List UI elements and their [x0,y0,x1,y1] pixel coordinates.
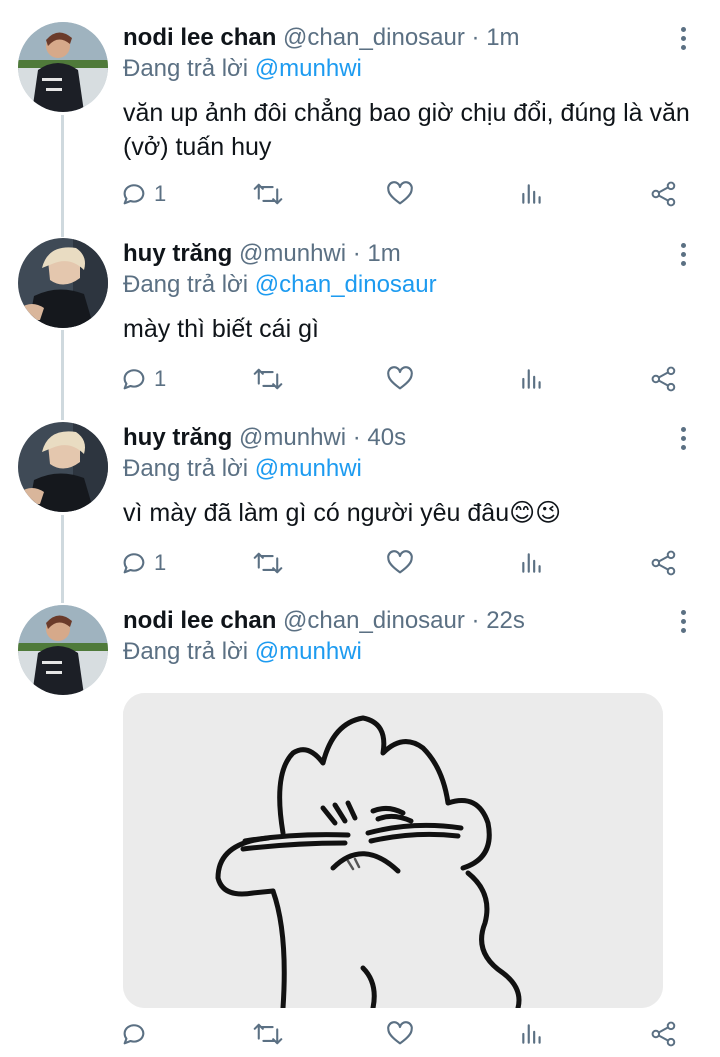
display-name[interactable]: nodi lee chan [123,607,276,634]
reply-button[interactable] [120,1017,154,1051]
handle[interactable]: @chan_dinosaur [283,24,465,51]
analytics-button[interactable] [519,362,545,396]
like-icon [387,1021,413,1045]
replying-to: Đang trả lời @munhwi [123,453,362,485]
reply-prefix: Đang trả lời [123,55,255,82]
display-name[interactable]: huy trăng [123,424,232,451]
reply-prefix: Đang trả lời [123,638,255,665]
more-options-icon[interactable] [671,24,695,54]
action-bar: 1 [120,546,700,580]
mention-link[interactable]: @chan_dinosaur [255,271,437,298]
retweet-icon [253,368,283,390]
replying-to: Đang trả lời @munhwi [123,636,362,668]
reply-icon [123,553,145,574]
timestamp[interactable]: 1m [486,24,519,51]
avatar-nodi[interactable] [18,22,108,112]
reply-count: 1 [154,550,167,575]
grumpy-cartoon-sticker [123,693,663,1008]
like-button[interactable] [386,362,414,396]
retweet-icon [253,552,283,574]
tweet-header: huy trăng @munhwi · 40s [123,422,406,454]
like-icon [387,181,413,205]
reply-icon [123,369,145,390]
reply-count: 1 [154,366,167,391]
reply-button[interactable]: 1 [120,177,166,211]
timestamp[interactable]: 22s [486,607,525,634]
analytics-button[interactable] [519,1017,545,1051]
mention-link[interactable]: @munhwi [255,638,362,665]
tweet-header: nodi lee chan @chan_dinosaur · 22s [123,605,525,637]
more-options-icon[interactable] [671,607,695,637]
like-button[interactable] [386,546,414,580]
avatar-huy[interactable] [18,238,108,328]
timestamp[interactable]: 1m [367,240,400,267]
reply-count: 1 [154,181,167,206]
like-button[interactable] [386,1017,414,1051]
separator: · [346,424,368,451]
action-bar [120,1017,700,1051]
reply-icon [123,184,145,205]
replying-to: Đang trả lời @munhwi [123,53,362,85]
share-icon [651,550,676,576]
analytics-icon [522,184,541,204]
tweet[interactable]: huy trăng @munhwi · 1m Đang trả lời @cha… [0,238,720,408]
tweet-text: văn up ảnh đôi chẳng bao giờ chịu đổi, đ… [123,99,690,161]
tweet[interactable]: nodi lee chan @chan_dinosaur · 22s Đang … [0,605,720,1057]
tweet-text: vì mày đã làm gì có người yêu đâu😊😉 [123,499,562,527]
tweet[interactable]: nodi lee chan @chan_dinosaur · 1m Đang t… [0,22,720,222]
share-icon [651,181,676,207]
more-options-icon[interactable] [671,240,695,270]
share-button[interactable] [650,1017,678,1051]
handle[interactable]: @munhwi [239,424,346,451]
avatar-huy[interactable] [18,422,108,512]
separator: · [464,24,487,51]
analytics-icon [522,1024,541,1044]
tweet-header: huy trăng @munhwi · 1m [123,238,401,270]
reply-button[interactable]: 1 [120,546,166,580]
share-icon [651,1021,676,1047]
action-bar: 1 [120,362,700,396]
tweet-header: nodi lee chan @chan_dinosaur · 1m [123,22,520,54]
retweet-button[interactable] [253,1017,283,1051]
analytics-button[interactable] [519,177,545,211]
avatar-nodi[interactable] [18,605,108,695]
retweet-icon [253,183,283,205]
action-bar: 1 [120,177,700,211]
display-name[interactable]: huy trăng [123,240,232,267]
display-name[interactable]: nodi lee chan [123,24,276,51]
retweet-button[interactable] [253,177,283,211]
retweet-button[interactable] [253,546,283,580]
handle[interactable]: @munhwi [239,240,346,267]
separator: · [464,607,487,634]
analytics-icon [522,369,541,389]
analytics-icon [522,553,541,573]
retweet-icon [253,1023,283,1045]
mention-link[interactable]: @munhwi [255,55,362,82]
tweet-text: mày thì biết cái gì [123,315,319,343]
handle[interactable]: @chan_dinosaur [283,607,465,634]
tweet[interactable]: huy trăng @munhwi · 40s Đang trả lời @mu… [0,422,720,592]
media-image[interactable] [123,693,663,1008]
mention-link[interactable]: @munhwi [255,455,362,482]
analytics-button[interactable] [519,546,545,580]
share-button[interactable] [650,546,678,580]
reply-prefix: Đang trả lời [123,271,255,298]
like-icon [387,366,413,390]
retweet-button[interactable] [253,362,283,396]
share-button[interactable] [650,362,678,396]
like-icon [387,550,413,574]
separator: · [346,240,368,267]
more-options-icon[interactable] [671,424,695,454]
share-icon [651,366,676,392]
like-button[interactable] [386,177,414,211]
timestamp[interactable]: 40s [367,424,406,451]
share-button[interactable] [650,177,678,211]
replying-to: Đang trả lời @chan_dinosaur [123,269,437,301]
reply-prefix: Đang trả lời [123,455,255,482]
reply-icon [123,1024,145,1045]
reply-button[interactable]: 1 [120,362,166,396]
